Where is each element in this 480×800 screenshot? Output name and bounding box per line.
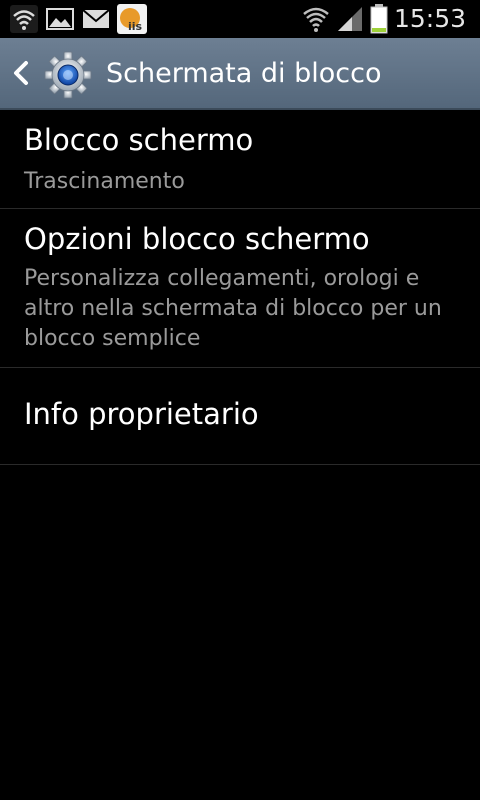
list-item-summary: Personalizza collegamenti, orologi e alt… xyxy=(24,266,442,351)
settings-list: Blocco schermo Trascinamento Opzioni blo… xyxy=(0,110,480,465)
battery-icon xyxy=(370,4,388,34)
iis-app-icon: iis xyxy=(117,4,147,34)
list-item-title: Info proprietario xyxy=(24,397,259,431)
cell-signal-icon xyxy=(338,7,362,31)
list-item-info-proprietario[interactable]: Info proprietario xyxy=(0,368,480,465)
list-item-title: Blocco schermo xyxy=(24,123,254,157)
settings-gear-icon[interactable] xyxy=(44,51,92,99)
mail-icon xyxy=(82,9,110,28)
list-item-summary: Trascinamento xyxy=(24,169,185,194)
status-bar: iis 15:53 xyxy=(0,0,480,38)
gallery-icon xyxy=(46,8,74,30)
chevron-left-icon[interactable] xyxy=(10,59,32,87)
wifi-signal-icon xyxy=(303,7,329,32)
svg-text:iis: iis xyxy=(128,20,143,33)
page-title: Schermata di blocco xyxy=(106,58,382,89)
list-item-opzioni-blocco-schermo[interactable]: Opzioni blocco schermo Personalizza coll… xyxy=(0,209,480,368)
action-bar: Schermata di blocco xyxy=(0,38,480,110)
list-item-blocco-schermo[interactable]: Blocco schermo Trascinamento xyxy=(0,110,480,209)
wifi-icon xyxy=(10,5,38,33)
list-item-title: Opzioni blocco schermo xyxy=(24,222,370,256)
status-time: 15:53 xyxy=(393,4,466,33)
